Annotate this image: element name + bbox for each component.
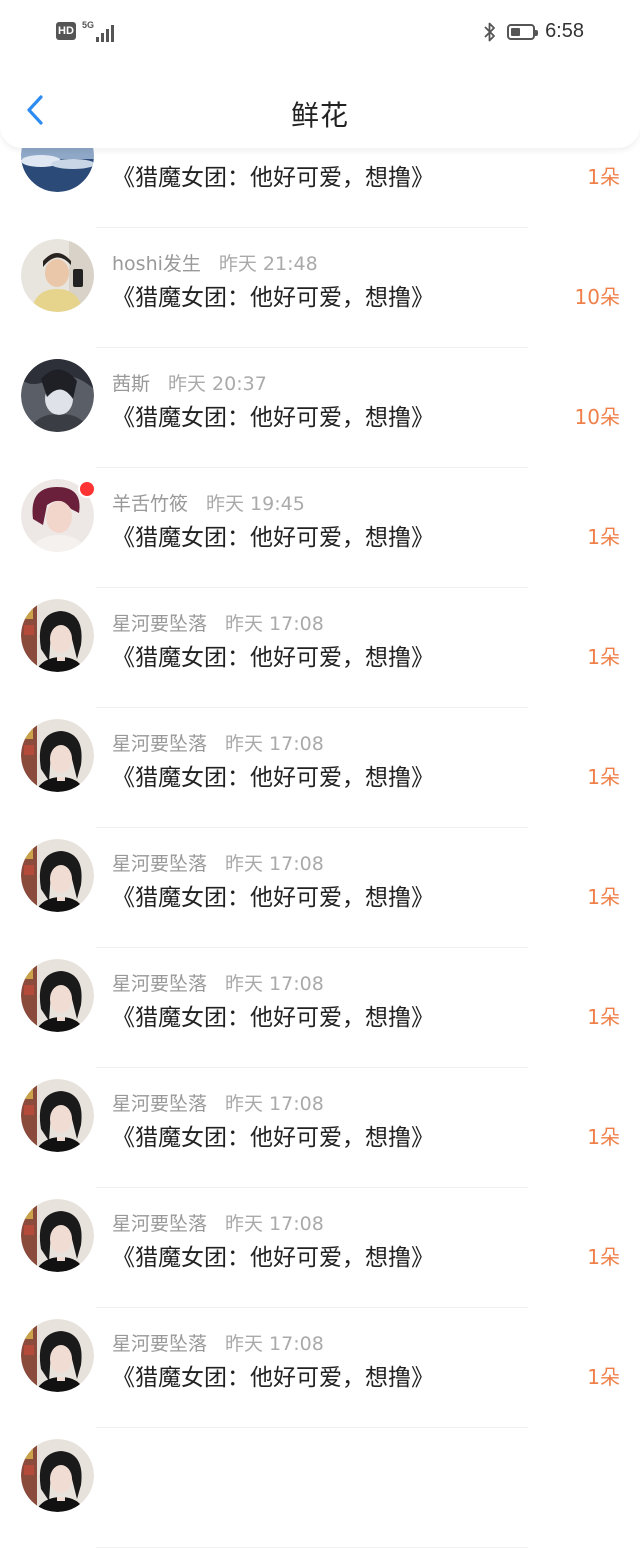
hd-badge: HD (56, 22, 76, 40)
avatar[interactable] (21, 839, 94, 912)
avatar[interactable] (21, 1079, 94, 1152)
flower-count: 1朵 (587, 525, 620, 549)
flower-count: 1朵 (587, 645, 620, 669)
item-meta: 星河要坠落 昨天 17:08 (112, 849, 324, 876)
work-title[interactable]: 《猎魔女团：他好可爱，想撸》 (112, 278, 434, 312)
username[interactable]: 星河要坠落 (112, 733, 207, 755)
flower-count: 1朵 (587, 1245, 620, 1269)
avatar[interactable] (21, 1439, 94, 1512)
signal-icon: 5G (82, 20, 116, 42)
timestamp: 昨天 17:08 (225, 733, 324, 755)
page-title: 鲜花 (290, 99, 349, 132)
flower-count: 1朵 (587, 885, 620, 909)
item-meta: 星河要坠落 昨天 17:08 (112, 609, 324, 636)
username[interactable]: 星河要坠落 (112, 1213, 207, 1235)
item-meta: 星河要坠落 昨天 17:08 (112, 969, 324, 996)
item-meta: hoshi发生 昨天 21:48 (112, 249, 318, 276)
avatar[interactable] (21, 1199, 94, 1272)
timestamp: 昨天 17:08 (225, 613, 324, 635)
timestamp: 昨天 20:37 (168, 373, 267, 395)
avatar[interactable] (21, 239, 94, 312)
username[interactable]: 星河要坠落 (112, 973, 207, 995)
work-title[interactable]: 《猎魔女团：他好可爱，想撸》 (112, 638, 434, 672)
list-item[interactable]: 星河要坠落 昨天 17:08 《猎魔女团：他好可爱，想撸》 1朵 (0, 1188, 640, 1308)
bluetooth-icon (483, 21, 497, 43)
item-meta: 星河要坠落 昨天 17:08 (112, 1089, 324, 1116)
battery-icon (507, 23, 539, 40)
username[interactable]: 茜斯 (112, 373, 150, 395)
list-item[interactable] (0, 1428, 640, 1548)
username[interactable]: 星河要坠落 (112, 1093, 207, 1115)
work-title[interactable]: 《猎魔女团：他好可爱，想撸》 (112, 1118, 434, 1152)
list-item[interactable]: 星河要坠落 昨天 17:08 《猎魔女团：他好可爱，想撸》 1朵 (0, 708, 640, 828)
timestamp: 昨天 19:45 (206, 493, 305, 515)
status-left: HD 5G (56, 20, 116, 42)
timestamp: 昨天 17:08 (225, 1333, 324, 1355)
status-time: 6:58 (545, 20, 584, 42)
item-meta: 羊舌竹筱 昨天 19:45 (112, 489, 305, 516)
avatar[interactable] (21, 959, 94, 1032)
item-meta: 星河要坠落 昨天 17:08 (112, 729, 324, 756)
avatar[interactable] (21, 1319, 94, 1392)
work-title[interactable]: 《猎魔女团：他好可爱，想撸》 (112, 758, 434, 792)
avatar[interactable] (21, 719, 94, 792)
avatar[interactable] (21, 359, 94, 432)
flower-count: 1朵 (587, 1125, 620, 1149)
item-meta: 星河要坠落 昨天 17:08 (112, 1209, 324, 1236)
timestamp: 昨天 21:48 (218, 253, 318, 275)
username[interactable]: 星河要坠落 (112, 613, 207, 635)
item-meta: 星河要坠落 昨天 17:08 (112, 1329, 324, 1356)
flower-count: 1朵 (587, 765, 620, 789)
flower-count: 10朵 (574, 405, 620, 429)
work-title[interactable]: 《猎魔女团：他好可爱，想撸》 (112, 1238, 434, 1272)
flower-count: 10朵 (574, 285, 620, 309)
list-item[interactable]: 星河要坠落 昨天 17:08 《猎魔女团：他好可爱，想撸》 1朵 (0, 1068, 640, 1188)
list-item[interactable]: 星河要坠落 昨天 17:08 《猎魔女团：他好可爱，想撸》 1朵 (0, 828, 640, 948)
list-item[interactable]: 星河要坠落 昨天 17:08 《猎魔女团：他好可爱，想撸》 1朵 (0, 1308, 640, 1428)
username[interactable]: 星河要坠落 (112, 1333, 207, 1355)
work-title[interactable]: 《猎魔女团：他好可爱，想撸》 (112, 518, 434, 552)
timestamp: 昨天 17:08 (225, 1213, 324, 1235)
work-title[interactable]: 《猎魔女团：他好可爱，想撸》 (112, 878, 434, 912)
timestamp: 昨天 17:08 (225, 853, 324, 875)
flower-count: 1朵 (587, 1365, 620, 1389)
flower-count: 1朵 (587, 165, 620, 189)
list-item[interactable]: 茜斯 昨天 20:37 《猎魔女团：他好可爱，想撸》 10朵 (0, 348, 640, 468)
item-meta (112, 1449, 130, 1471)
list-item[interactable]: 星河要坠落 昨天 17:08 《猎魔女团：他好可爱，想撸》 1朵 (0, 588, 640, 708)
username[interactable]: hoshi发生 (112, 253, 201, 275)
status-bar: HD 5G 6:58 (0, 0, 640, 64)
work-title[interactable]: 《猎魔女团：他好可爱，想撸》 (112, 998, 434, 1032)
username[interactable]: 星河要坠落 (112, 853, 207, 875)
list-item[interactable]: 羊舌竹筱 昨天 19:45 《猎魔女团：他好可爱，想撸》 1朵 (0, 468, 640, 588)
work-title[interactable]: 《猎魔女团：他好可爱，想撸》 (112, 158, 434, 192)
avatar[interactable] (21, 599, 94, 672)
flower-count: 1朵 (587, 1005, 620, 1029)
item-meta: 茜斯 昨天 20:37 (112, 369, 267, 396)
list-item[interactable]: 星河要坠落 昨天 17:08 《猎魔女团：他好可爱，想撸》 1朵 (0, 948, 640, 1068)
nav-header: 鲜花 (0, 64, 640, 148)
status-right: 6:58 (483, 20, 584, 43)
timestamp: 昨天 17:08 (225, 973, 324, 995)
flower-list: 《猎魔女团：他好可爱，想撸》 1朵 hoshi发生 昨天 21:48 《猎魔女团：他好可… (0, 108, 640, 1548)
timestamp: 昨天 17:08 (225, 1093, 324, 1115)
username[interactable]: 羊舌竹筱 (112, 493, 188, 515)
work-title[interactable]: 《猎魔女团：他好可爱，想撸》 (112, 1358, 434, 1392)
network-type: 5G (82, 20, 95, 30)
list-item[interactable]: hoshi发生 昨天 21:48 《猎魔女团：他好可爱，想撸》 10朵 (0, 228, 640, 348)
notification-dot (78, 480, 96, 498)
work-title[interactable]: 《猎魔女团：他好可爱，想撸》 (112, 398, 434, 432)
